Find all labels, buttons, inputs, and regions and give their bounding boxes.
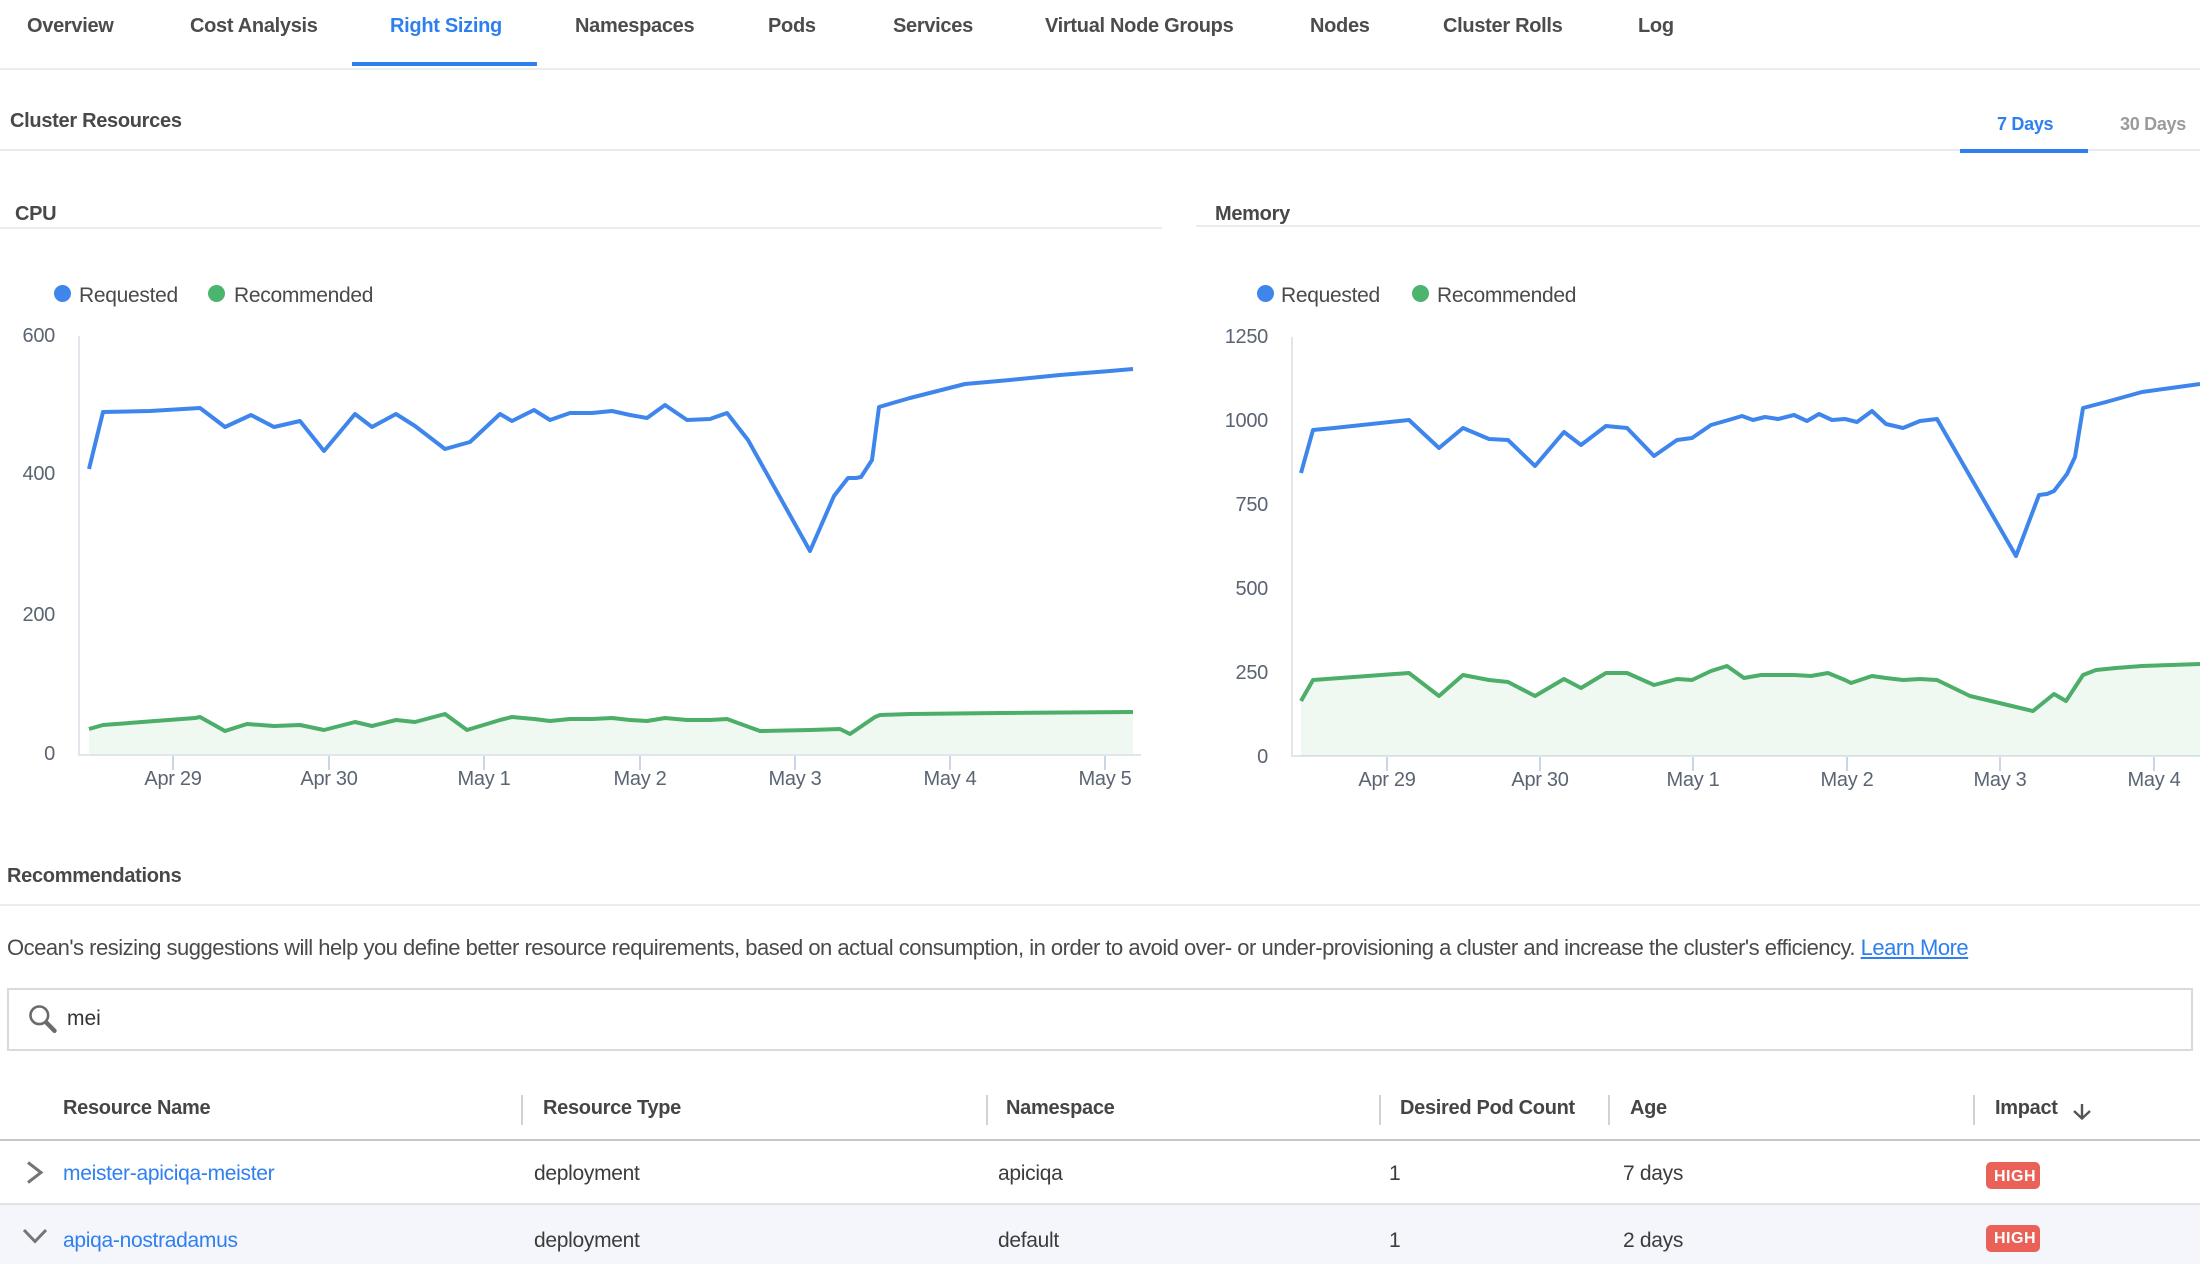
svg-text:0: 0 xyxy=(1257,746,1268,768)
svg-text:1000: 1000 xyxy=(1225,410,1268,432)
svg-text:May 1: May 1 xyxy=(1667,769,1720,791)
svg-text:Apr 30: Apr 30 xyxy=(300,768,357,790)
svg-text:May 5: May 5 xyxy=(1079,768,1132,790)
svg-text:Apr 29: Apr 29 xyxy=(144,768,201,790)
svg-text:600: 600 xyxy=(23,325,56,347)
svg-text:400: 400 xyxy=(23,463,56,485)
svg-text:May 2: May 2 xyxy=(614,768,667,790)
svg-text:200: 200 xyxy=(23,604,56,626)
svg-text:May 3: May 3 xyxy=(769,768,822,790)
svg-text:May 3: May 3 xyxy=(1974,769,2027,791)
svg-text:250: 250 xyxy=(1236,662,1269,684)
svg-text:May 4: May 4 xyxy=(2128,769,2181,791)
svg-text:May 4: May 4 xyxy=(924,768,977,790)
svg-text:0: 0 xyxy=(44,743,55,765)
svg-text:750: 750 xyxy=(1236,494,1269,516)
svg-text:May 1: May 1 xyxy=(458,768,511,790)
svg-text:500: 500 xyxy=(1236,578,1269,600)
svg-text:Apr 30: Apr 30 xyxy=(1511,769,1568,791)
svg-text:Apr 29: Apr 29 xyxy=(1358,769,1415,791)
svg-text:1250: 1250 xyxy=(1225,326,1268,348)
svg-text:May 2: May 2 xyxy=(1821,769,1874,791)
